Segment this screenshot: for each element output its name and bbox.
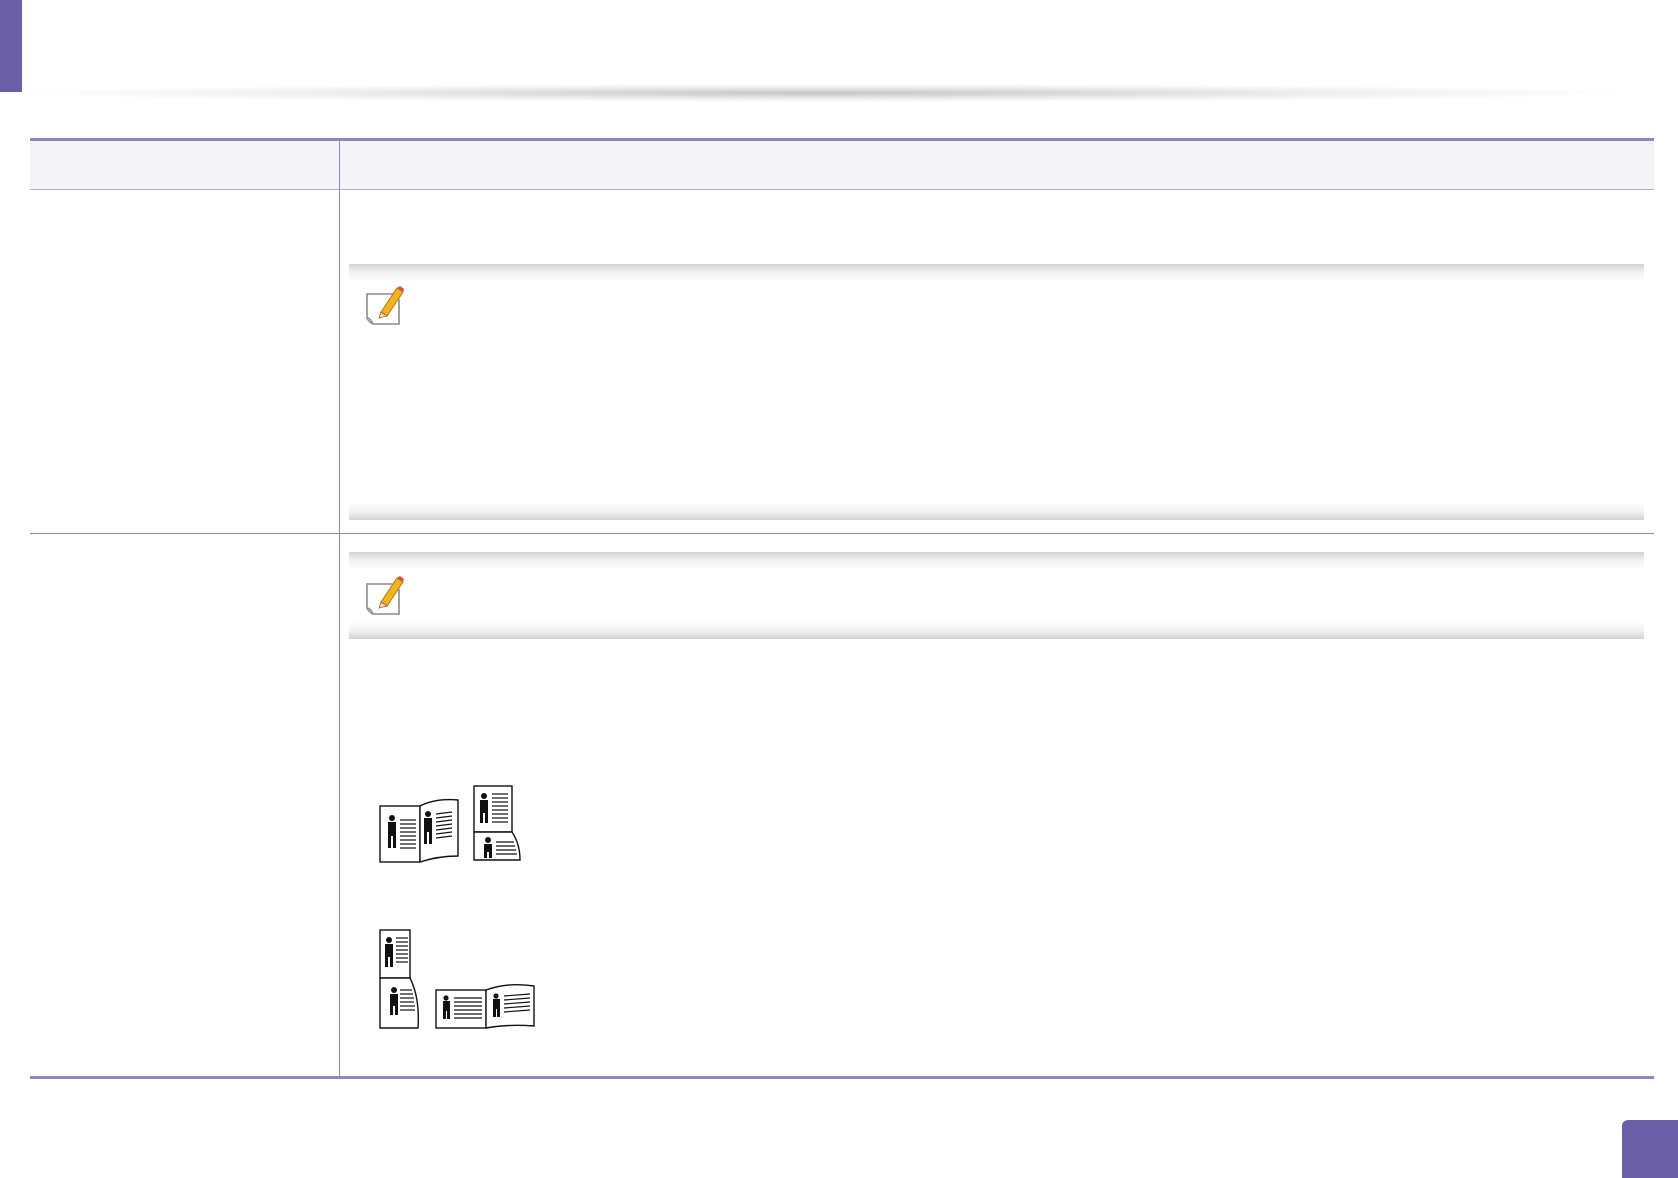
table-header-row — [30, 141, 1654, 189]
chapter-tab — [0, 0, 22, 92]
table-row-divider — [30, 533, 1654, 534]
header-divider — [22, 84, 1622, 102]
duplex-long-edge-illustration — [379, 785, 521, 863]
table-bottom-rule — [30, 1076, 1654, 1079]
table-header-rule — [30, 189, 1654, 190]
note-box — [349, 264, 1644, 520]
table-column-divider — [339, 141, 340, 1078]
note-box — [349, 552, 1644, 639]
page-number-badge — [1622, 1120, 1678, 1178]
note-pencil-icon — [366, 576, 404, 615]
note-pencil-icon — [366, 286, 404, 325]
duplex-short-edge-illustration — [379, 929, 535, 1029]
